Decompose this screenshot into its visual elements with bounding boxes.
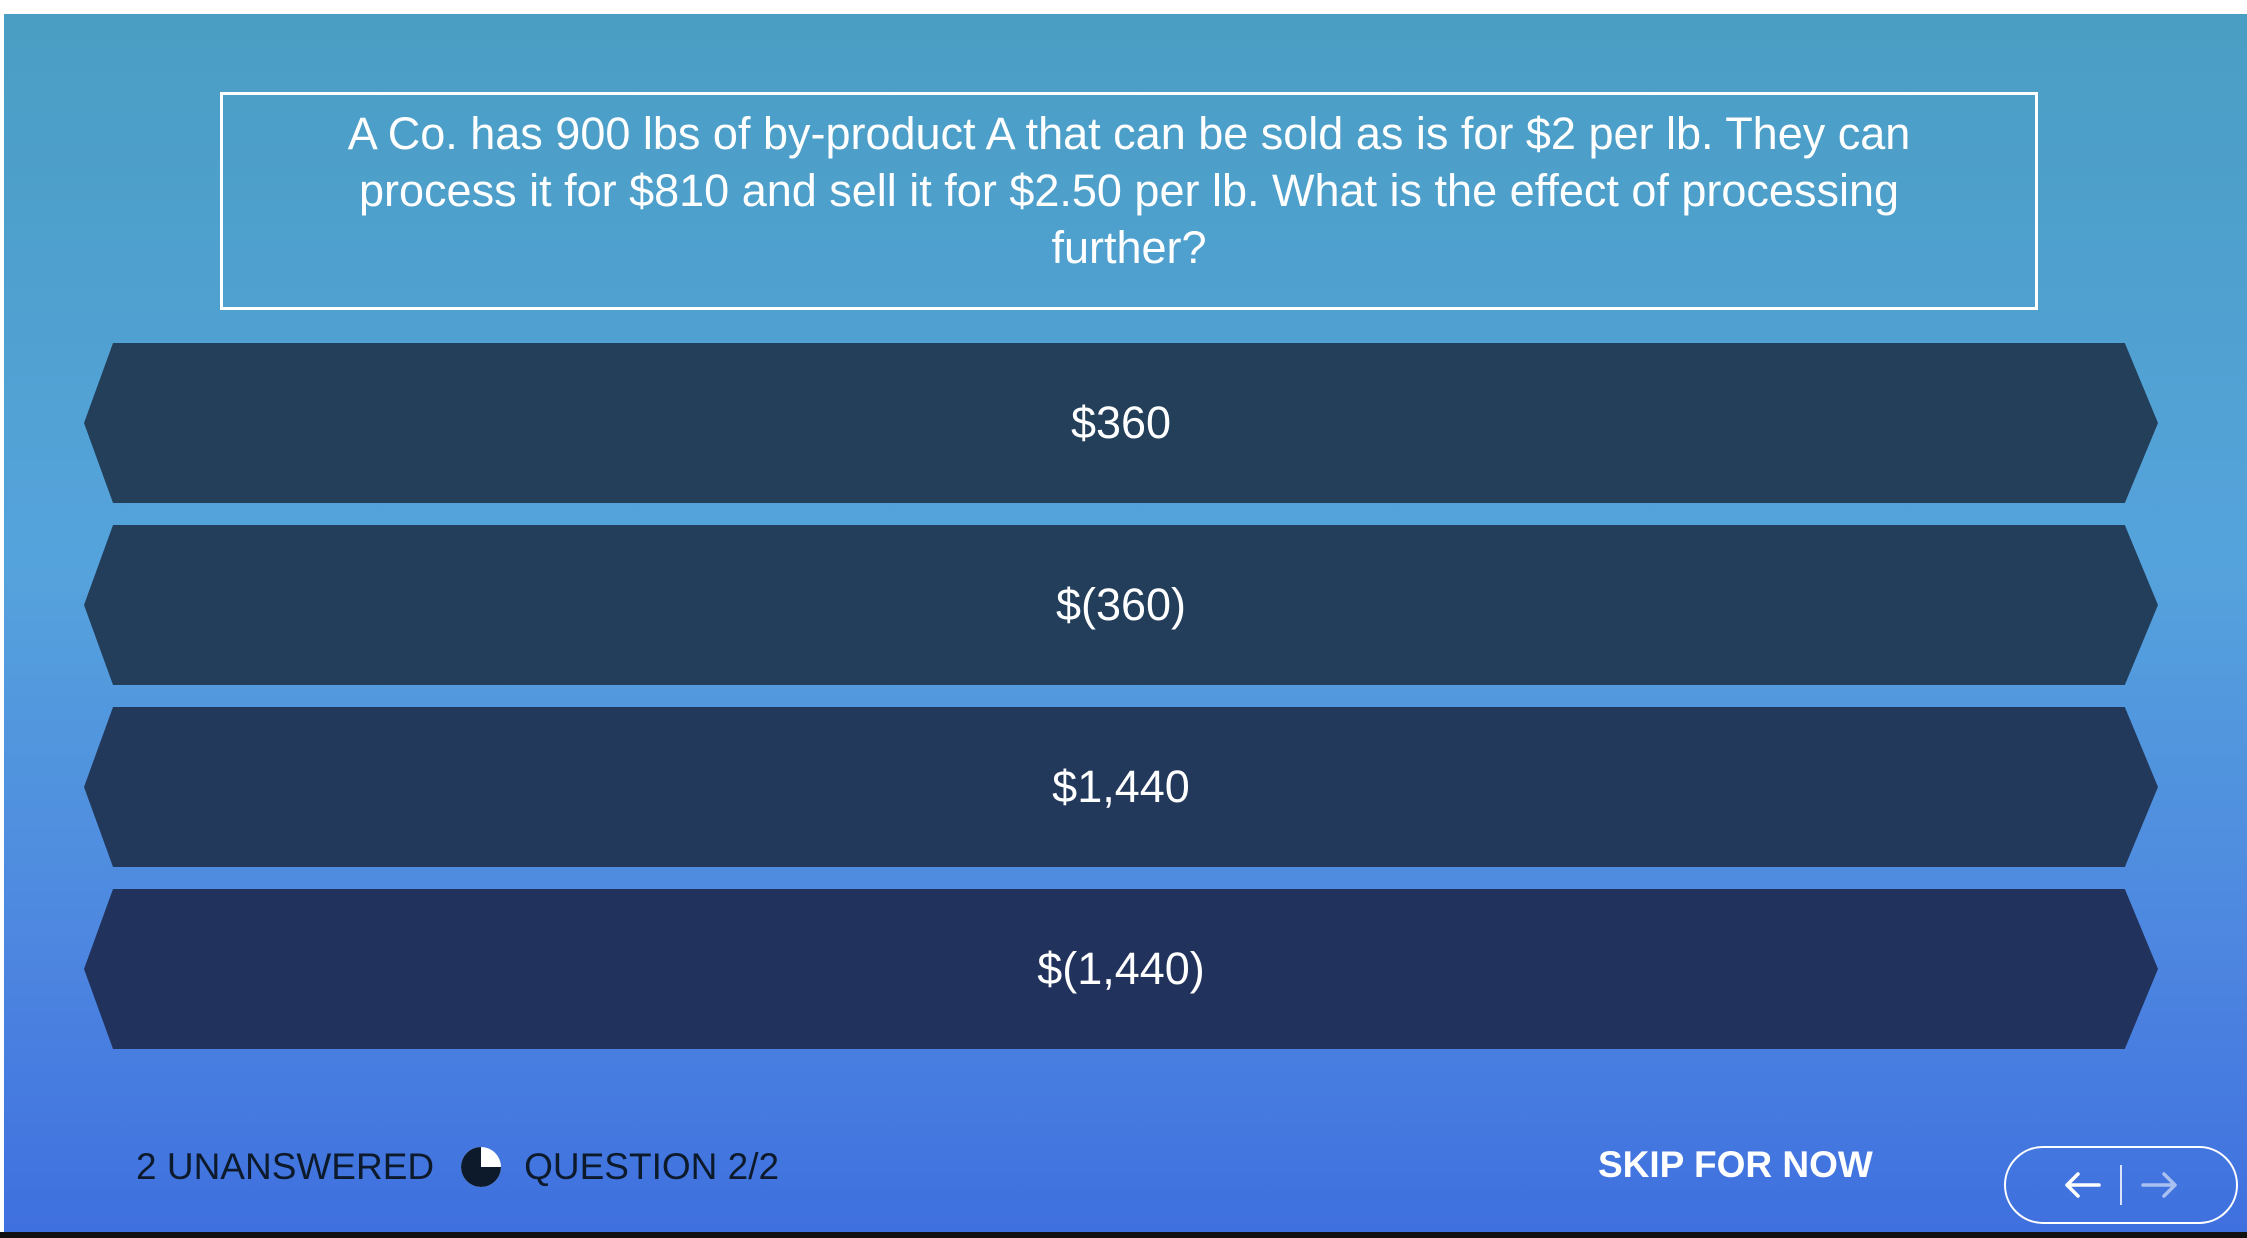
previous-question-button[interactable] xyxy=(2044,1155,2120,1215)
video-control-bar xyxy=(0,1232,2247,1238)
answer-option-label: $1,440 xyxy=(1052,761,1190,812)
answer-option-3[interactable]: $1,440 xyxy=(84,707,2158,867)
question-box: A Co. has 900 lbs of by-product A that c… xyxy=(220,92,2038,310)
quiz-status: 2 UNANSWERED QUESTION 2/2 xyxy=(136,1146,779,1188)
question-counter: QUESTION 2/2 xyxy=(524,1146,780,1187)
question-text: A Co. has 900 lbs of by-product A that c… xyxy=(347,108,1911,273)
skip-button[interactable]: SKIP FOR NOW xyxy=(1598,1144,1873,1186)
answer-option-1[interactable]: $360 xyxy=(84,343,2158,503)
answer-option-label: $(360) xyxy=(1055,579,1187,630)
question-navigation xyxy=(2004,1146,2238,1224)
answer-option-label: $360 xyxy=(1070,397,1172,448)
unanswered-count: 2 UNANSWERED xyxy=(136,1146,435,1187)
arrow-right-icon xyxy=(2141,1172,2177,1198)
quiz-frame: A Co. has 900 lbs of by-product A that c… xyxy=(4,14,2247,1232)
answer-option-2[interactable]: $(360) xyxy=(84,525,2158,685)
arrow-left-icon xyxy=(2065,1172,2101,1198)
answer-option-4[interactable]: $(1,440) xyxy=(84,889,2158,1049)
next-question-button[interactable] xyxy=(2122,1155,2198,1215)
pie-progress-icon xyxy=(461,1147,502,1187)
answer-option-label: $(1,440) xyxy=(1037,943,1205,994)
